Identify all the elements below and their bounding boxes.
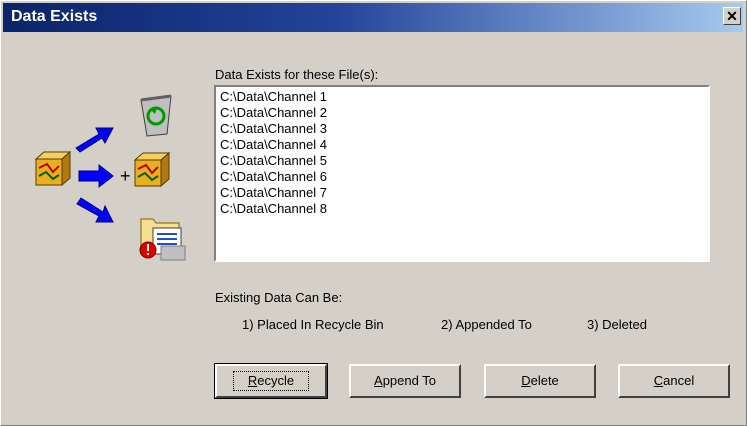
- data-exists-dialog: Data Exists ✕ + Data Exists for these Fi…: [0, 0, 747, 426]
- delete-button[interactable]: Delete: [484, 364, 596, 398]
- action-illustration: +: [34, 94, 186, 261]
- delete-folder-icon: [139, 218, 186, 261]
- list-item[interactable]: C:\Data\Channel 7: [220, 185, 704, 201]
- close-icon: ✕: [726, 8, 738, 24]
- appended-data-icon: [133, 151, 171, 188]
- arrow-right-icon: [78, 163, 114, 189]
- cancel-button[interactable]: Cancel: [618, 364, 730, 398]
- files-label: Data Exists for these File(s):: [215, 67, 379, 82]
- list-item[interactable]: C:\Data\Channel 5: [220, 153, 704, 169]
- list-item[interactable]: C:\Data\Channel 3: [220, 121, 704, 137]
- close-button[interactable]: ✕: [723, 7, 741, 25]
- option-append-text: 2) Appended To: [441, 317, 532, 332]
- list-item[interactable]: C:\Data\Channel 8: [220, 201, 704, 217]
- append-to-button-label: Append To: [374, 373, 436, 388]
- option-recycle-text: 1) Placed In Recycle Bin: [242, 317, 384, 332]
- cancel-button-label: Cancel: [653, 373, 695, 388]
- recycle-button-label: Recycle: [232, 371, 310, 391]
- recycle-button[interactable]: Recycle: [214, 363, 328, 399]
- append-to-button[interactable]: Append To: [349, 364, 461, 398]
- list-item[interactable]: C:\Data\Channel 4: [220, 137, 704, 153]
- list-item[interactable]: C:\Data\Channel 6: [220, 169, 704, 185]
- options-label: Existing Data Can Be:: [215, 290, 343, 305]
- title-bar[interactable]: Data Exists ✕: [3, 3, 743, 32]
- window-title: Data Exists: [11, 8, 98, 25]
- option-delete-text: 3) Deleted: [587, 317, 647, 332]
- list-item[interactable]: C:\Data\Channel 2: [220, 105, 704, 121]
- arrow-down-icon: [76, 197, 114, 223]
- arrow-up-icon: [75, 127, 114, 153]
- files-listbox[interactable]: C:\Data\Channel 1 C:\Data\Channel 2 C:\D…: [214, 85, 710, 262]
- plus-sign: +: [120, 166, 131, 186]
- delete-button-label: Delete: [521, 373, 559, 388]
- recycle-bin-icon: [140, 94, 172, 137]
- source-data-icon: [34, 150, 72, 187]
- list-item[interactable]: C:\Data\Channel 1: [220, 89, 704, 105]
